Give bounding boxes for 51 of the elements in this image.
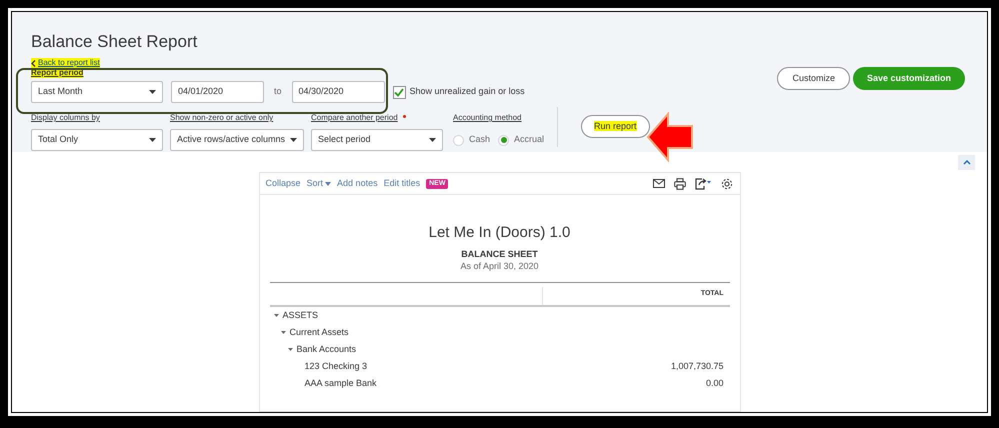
print-icon[interactable] [674,178,686,190]
row-label: Bank Accounts [296,342,356,356]
filter-label: Display columns by [31,113,100,123]
report-title: BALANCE SHEET [461,249,538,260]
caret-down-icon[interactable] [288,347,292,352]
accounting-method-label: Accounting method [453,113,522,123]
radio-label: Cash [469,133,490,146]
filter-dropdown[interactable]: Total Only [31,129,163,151]
row-label: 123 Checking 3 [304,360,368,373]
back-link[interactable]: Back to report list [31,58,100,68]
run-report-button[interactable]: Run report [581,115,650,138]
settings-icon[interactable] [720,178,732,190]
toolbar-link[interactable]: Collapse [266,176,301,190]
date-separator: to [273,85,283,98]
caret-down-icon[interactable] [280,330,286,335]
export-icon[interactable] [694,178,712,190]
radio-button[interactable] [453,134,464,146]
row-label: Current Assets [290,326,349,339]
toolbar-link[interactable]: Edit titles [384,176,420,190]
toolbar-link[interactable]: Sort [306,176,332,190]
start-date-field[interactable]: 04/01/2020 [171,81,264,103]
unrealized-checkbox[interactable] [392,86,406,98]
caret-down-icon [325,182,332,186]
chevron-up-icon [962,160,970,165]
radio-button[interactable] [498,134,510,146]
caret-down-icon [290,138,297,142]
toolbar-link[interactable]: Add notes [337,176,378,190]
checkbox-label: Show unrealized gain or loss [410,85,525,98]
report-date: As of April 30, 2020 [460,260,539,272]
collapse-button[interactable] [958,155,975,170]
filter-label: Show non-zero or active only [170,113,274,123]
customize-button[interactable]: Customize [777,67,850,90]
end-date-field[interactable]: 04/30/2020 [292,81,385,103]
row-total: 0.00 [706,376,724,390]
period-dropdown[interactable]: Last Month [31,81,163,103]
page-title: Balance Sheet Report [31,31,198,52]
filter-dropdown[interactable]: Active rows/active columns [170,129,304,151]
caret-down-icon [149,138,156,142]
row-total: 1,007,730.75 [670,360,724,373]
row-label: ASSETS [282,308,318,322]
filter-dropdown[interactable]: Select period [311,129,443,151]
caret-down-icon[interactable] [274,313,278,318]
arrow-annotation [646,112,694,162]
caret-down-icon [149,90,156,94]
row-label: AAA sample Bank [304,376,377,390]
chevron-left-icon [31,60,36,66]
caret-down-icon [429,138,436,142]
filter-label: Compare another period [311,113,398,123]
mail-icon[interactable] [652,179,664,188]
company-name: Let Me In (Doors) 1.0 [428,224,570,242]
radio-label: Accrual [514,133,544,146]
